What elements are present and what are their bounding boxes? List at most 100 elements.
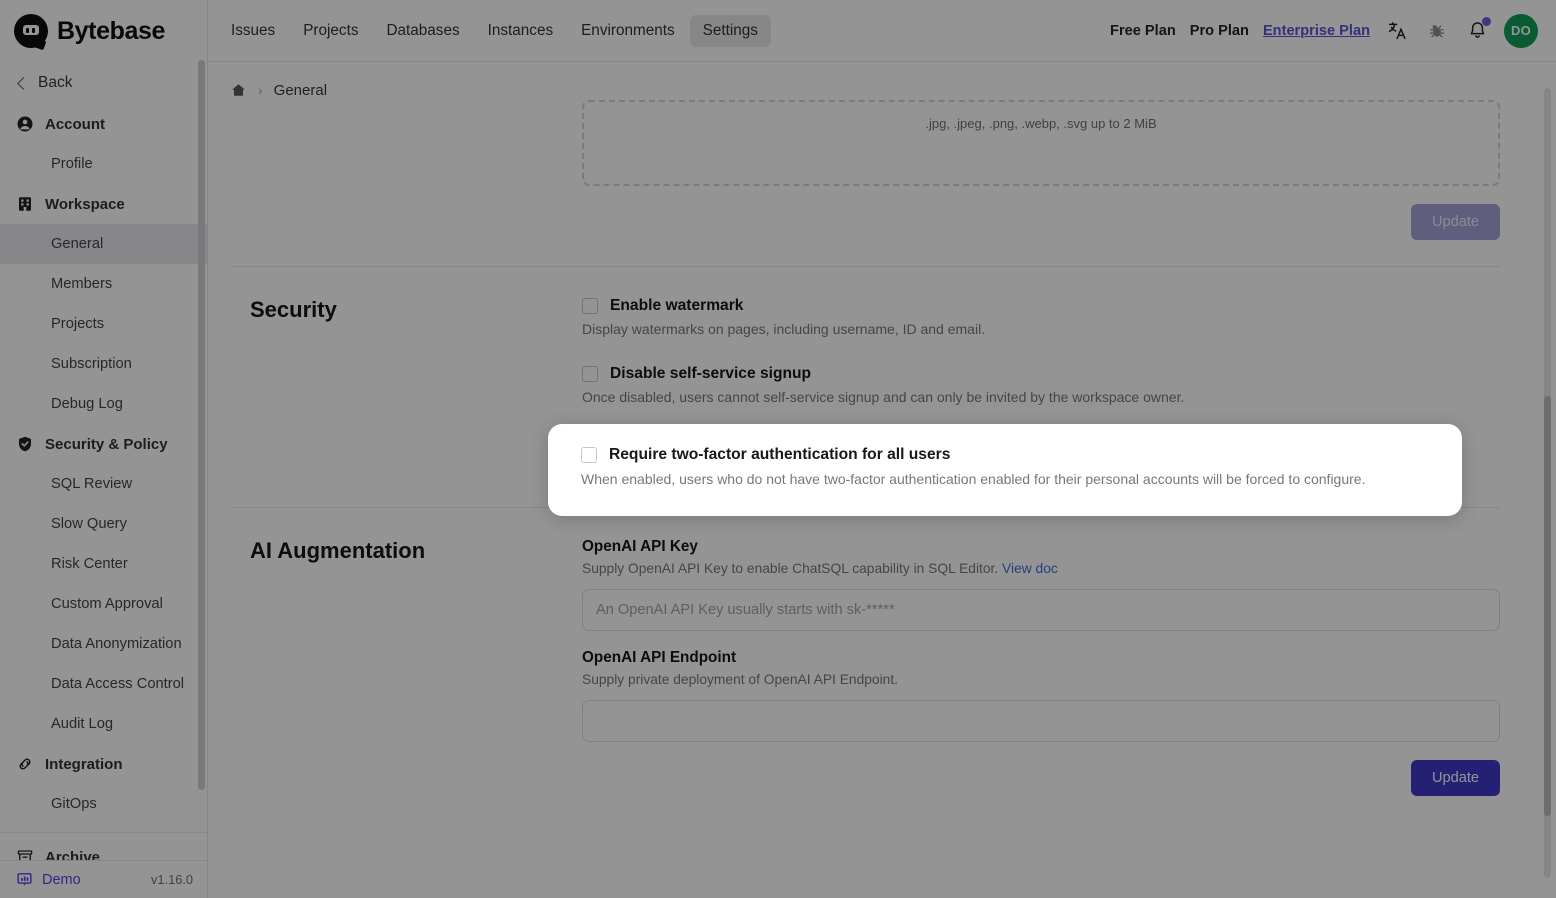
ai-augmentation-section: AI Augmentation OpenAI API Key Supply Op… [232,508,1500,816]
sidebar-group-security-policy[interactable]: Security & Policy [0,424,207,464]
notification-bell-icon[interactable] [1464,18,1490,44]
branding-section-body: .jpg, .jpeg, .png, .webp, .svg up to 2 M… [582,100,1500,240]
sidebar-footer: Demo v1.16.0 [0,860,207,898]
plan-pro[interactable]: Pro Plan [1190,23,1249,39]
option-disable-self-service-signup[interactable]: Disable self-service signup Once disable… [582,365,1500,405]
tab-issues[interactable]: Issues [218,15,288,47]
sidebar-item-archive[interactable]: Archive [0,837,207,860]
brand-name: Bytebase [57,17,165,46]
security-section-title: Security [232,297,582,473]
sidebar-item-label: Subscription [51,356,132,372]
sidebar-group-integration[interactable]: Integration [0,744,207,784]
logo-upload-dropzone[interactable]: .jpg, .jpeg, .png, .webp, .svg up to 2 M… [582,100,1500,186]
sidebar-item-audit-log[interactable]: Audit Log [0,704,207,744]
sidebar-item-sql-review[interactable]: SQL Review [0,464,207,504]
sidebar-group-label: Security & Policy [45,436,168,453]
sidebar-item-label: Archive [45,849,100,861]
ai-actions: Update [582,760,1500,796]
sidebar-group-label: Workspace [45,196,125,213]
main-nav: Issues Projects Databases Instances Envi… [208,15,771,47]
plan-enterprise-link[interactable]: Enterprise Plan [1263,23,1370,39]
openai-api-key-description: Supply OpenAI API Key to enable ChatSQL … [582,561,1500,576]
openai-api-key-desc-text: Supply OpenAI API Key to enable ChatSQL … [582,561,998,576]
app-root: Bytebase Back Account Profile [0,0,1556,898]
view-doc-link[interactable]: View doc [1002,561,1058,576]
require-2fa-checkbox[interactable] [581,447,597,463]
avatar[interactable]: DO [1504,14,1538,48]
sidebar-item-debug-log[interactable]: Debug Log [0,384,207,424]
sidebar-item-slow-query[interactable]: Slow Query [0,504,207,544]
sidebar-item-label: Slow Query [51,516,127,532]
sidebar: Bytebase Back Account Profile [0,0,208,898]
sidebar-item-label: Projects [51,316,104,332]
tab-settings[interactable]: Settings [690,15,771,47]
breadcrumb-separator: › [258,82,263,98]
sidebar-item-members[interactable]: Members [0,264,207,304]
sidebar-item-label: Data Access Control [51,676,184,692]
disable-signup-checkbox[interactable] [582,366,598,382]
back-button[interactable]: Back [0,62,207,104]
enable-watermark-checkbox[interactable] [582,298,598,314]
spotlight-card-require-2fa[interactable]: Require two-factor authentication for al… [548,424,1462,516]
sidebar-item-data-access-control[interactable]: Data Access Control [0,664,207,704]
tab-databases[interactable]: Databases [373,15,472,47]
demo-link[interactable]: Demo [16,871,81,888]
sidebar-item-label: General [51,236,103,252]
workspace-building-icon [16,195,34,213]
avatar-initials: DO [1511,23,1531,38]
branding-section-title [232,100,582,240]
disable-signup-description: Once disabled, users cannot self-service… [582,389,1500,405]
branding-update-button[interactable]: Update [1411,204,1500,240]
shield-check-icon [16,435,34,453]
branding-section: .jpg, .jpeg, .png, .webp, .svg up to 2 M… [232,100,1500,266]
tab-projects[interactable]: Projects [290,15,371,47]
demo-chart-icon [16,871,33,888]
breadcrumb-current: General [274,82,327,99]
tab-environments[interactable]: Environments [568,15,688,47]
bug-report-icon[interactable] [1424,18,1450,44]
openai-api-endpoint-description: Supply private deployment of OpenAI API … [582,672,1500,687]
back-label: Back [38,74,72,92]
sidebar-group-workspace[interactable]: Workspace [0,184,207,224]
sidebar-item-profile[interactable]: Profile [0,144,207,184]
enable-watermark-description: Display watermarks on pages, including u… [582,321,1500,337]
enable-watermark-label: Enable watermark [610,297,743,315]
upload-hint: .jpg, .jpeg, .png, .webp, .svg up to 2 M… [925,116,1156,131]
require-2fa-description: When enabled, users who do not have two-… [581,471,1462,487]
sidebar-item-subscription[interactable]: Subscription [0,344,207,384]
sidebar-item-projects[interactable]: Projects [0,304,207,344]
field-openai-api-key: OpenAI API Key Supply OpenAI API Key to … [582,538,1500,631]
sidebar-item-label: Members [51,276,112,292]
openai-api-endpoint-input[interactable] [582,700,1500,742]
bytebase-logo-icon [14,14,48,48]
sidebar-item-risk-center[interactable]: Risk Center [0,544,207,584]
sidebar-item-data-anonymization[interactable]: Data Anonymization [0,624,207,664]
sidebar-item-custom-approval[interactable]: Custom Approval [0,584,207,624]
brand-logo[interactable]: Bytebase [0,0,207,62]
openai-api-key-input[interactable] [582,589,1500,631]
notification-badge [1482,17,1491,26]
sidebar-item-label: Debug Log [51,396,123,412]
sidebar-item-label: Risk Center [51,556,128,572]
ai-update-button[interactable]: Update [1411,760,1500,796]
sidebar-scrollbar[interactable] [198,60,205,790]
openai-api-key-label: OpenAI API Key [582,538,1500,556]
sidebar-item-general[interactable]: General [0,224,207,264]
sidebar-group-account[interactable]: Account [0,104,207,144]
translate-language-icon[interactable] [1384,18,1410,44]
openai-api-endpoint-label: OpenAI API Endpoint [582,649,1500,667]
archive-box-icon [16,848,34,860]
link-chain-icon [16,755,34,773]
sidebar-item-label: Audit Log [51,716,113,732]
sidebar-item-label: GitOps [51,796,97,812]
sidebar-divider [0,832,207,833]
main-scrollbar-thumb[interactable] [1544,396,1551,816]
sidebar-item-label: SQL Review [51,476,132,492]
option-enable-watermark[interactable]: Enable watermark Display watermarks on p… [582,297,1500,337]
version-label: v1.16.0 [151,872,193,887]
plan-free[interactable]: Free Plan [1110,23,1176,39]
sidebar-item-gitops[interactable]: GitOps [0,784,207,824]
branding-actions: Update [582,204,1500,240]
home-icon[interactable] [230,82,247,99]
tab-instances[interactable]: Instances [475,15,566,47]
